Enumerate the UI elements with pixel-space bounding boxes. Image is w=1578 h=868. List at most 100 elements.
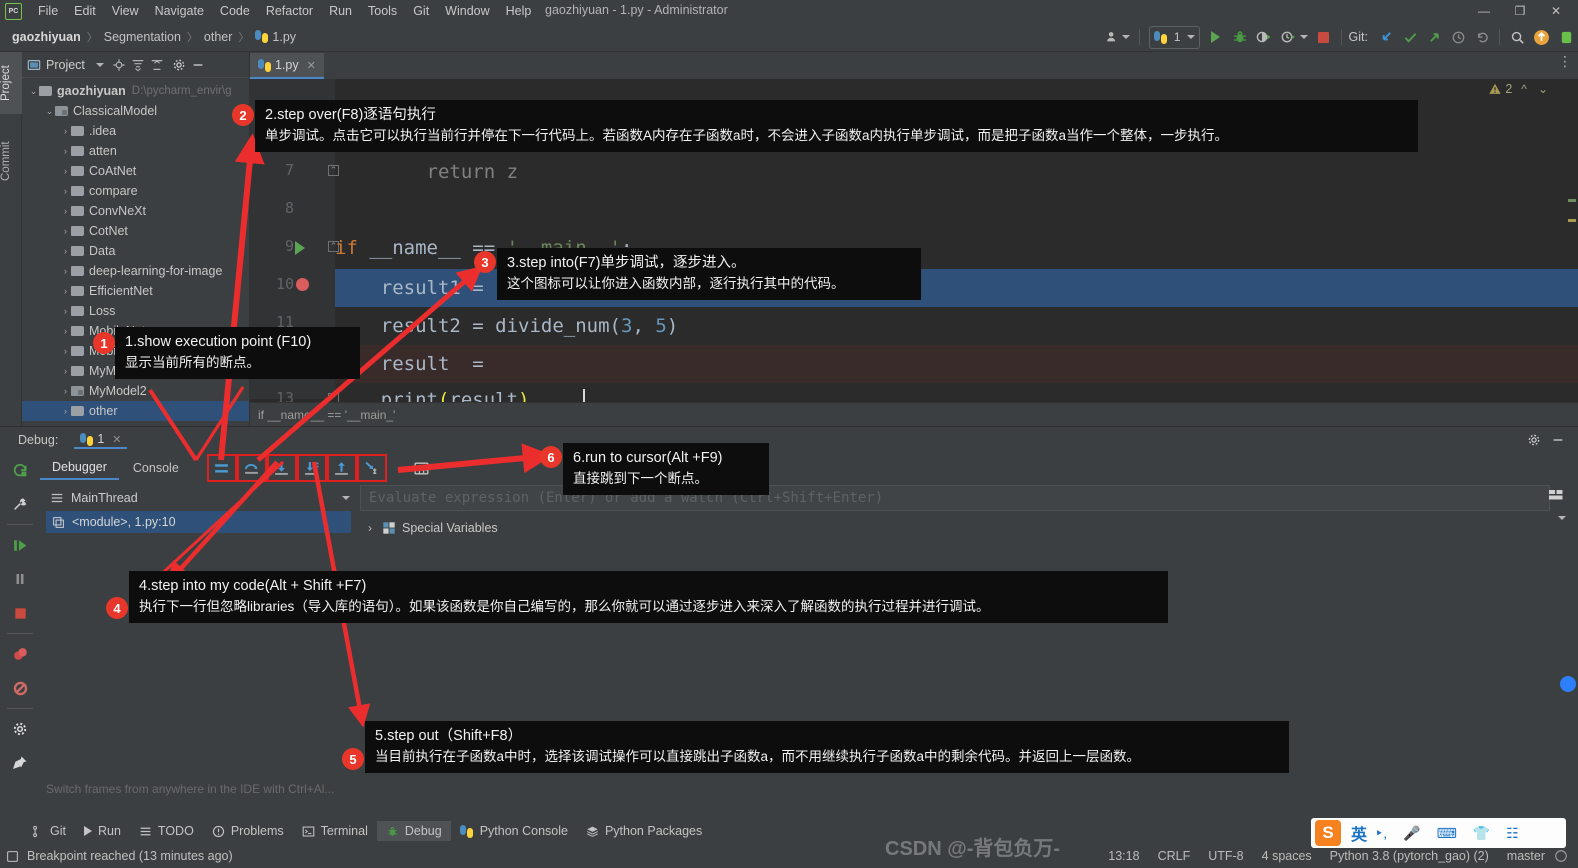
chevron-right-icon[interactable]: › — [368, 521, 372, 535]
chevron-right-icon[interactable]: › — [60, 286, 71, 296]
tree-item-atten[interactable]: › atten — [22, 141, 249, 161]
git-update-icon[interactable] — [1375, 25, 1397, 49]
breadcrumb-project[interactable]: gaozhiyuan — [8, 28, 85, 46]
tree-item-deep-learning-for-image[interactable]: › deep-learning-for-image — [22, 261, 249, 281]
editor-scrollbar[interactable] — [1566, 79, 1578, 399]
keyboard-icon[interactable]: ⌨ — [1437, 825, 1457, 842]
run-gutter-icon[interactable] — [295, 241, 305, 255]
chevron-down-icon[interactable] — [342, 496, 350, 500]
stop-icon[interactable] — [0, 596, 40, 630]
locate-icon[interactable] — [110, 54, 128, 76]
sidebar-item-commit[interactable]: Commit — [0, 130, 22, 192]
apps-icon[interactable]: ☷ — [1506, 825, 1519, 842]
editor-options-icon[interactable]: ⋮ — [1558, 54, 1572, 68]
settings-gear-icon[interactable] — [170, 54, 188, 76]
git-commit-icon[interactable] — [1399, 25, 1421, 49]
resume-icon[interactable] — [0, 528, 40, 562]
hide-panel-icon[interactable] — [1547, 428, 1569, 452]
chevron-down-icon[interactable]: ⌄ — [28, 86, 39, 97]
mic-icon[interactable]: 🎤 — [1403, 825, 1420, 842]
update-available-icon[interactable] — [1530, 25, 1553, 49]
menu-run[interactable]: Run — [321, 2, 360, 20]
mute-breakpoints-icon[interactable] — [0, 671, 40, 705]
rerun-icon[interactable] — [0, 453, 40, 487]
settings-gear-icon[interactable] — [1523, 428, 1545, 452]
chevron-right-icon[interactable]: › — [60, 266, 71, 276]
run-to-cursor-icon[interactable] — [356, 454, 387, 482]
evaluate-expression-input[interactable]: Evaluate expression (Enter) or add a wat… — [360, 485, 1550, 511]
chevron-right-icon[interactable]: › — [60, 166, 71, 176]
tab-1py[interactable]: 1.py ✕ — [250, 53, 324, 79]
step-over-icon[interactable] — [236, 454, 267, 482]
stack-frame-row[interactable]: <module>, 1.py:10 — [46, 511, 351, 533]
menu-help[interactable]: Help — [498, 2, 540, 20]
next-problem-icon[interactable]: ⌄ — [1538, 82, 1548, 96]
evaluate-expression-icon[interactable] — [409, 456, 435, 480]
close-icon[interactable]: ✕ — [307, 59, 316, 72]
status-item-todo[interactable]: TODO — [130, 821, 203, 841]
close-icon[interactable]: ✕ — [112, 433, 121, 446]
tree-item-classicalmodel[interactable]: ⌄ ClassicalModel — [22, 101, 249, 121]
step-out-icon[interactable] — [326, 454, 357, 482]
tree-item--idea[interactable]: › .idea — [22, 121, 249, 141]
menu-refactor[interactable]: Refactor — [258, 2, 321, 20]
view-breakpoints-icon[interactable] — [0, 637, 40, 671]
punctuation-icon[interactable]: ‣, — [1375, 825, 1387, 842]
settings-gear-icon[interactable] — [0, 712, 40, 746]
debug-icon[interactable] — [1229, 25, 1251, 49]
status-item-git[interactable]: Git — [22, 821, 75, 841]
run-icon[interactable] — [1205, 25, 1227, 49]
chevron-right-icon[interactable]: › — [60, 146, 71, 156]
editor-breadcrumb[interactable]: if __name__ == '__main_' — [250, 402, 1578, 426]
menu-navigate[interactable]: Navigate — [147, 2, 212, 20]
tree-item-data[interactable]: › Data — [22, 241, 249, 261]
minimize-button[interactable]: — — [1466, 0, 1502, 22]
coverage-icon[interactable] — [1253, 25, 1275, 49]
git-push-icon[interactable] — [1423, 25, 1445, 49]
breadcrumb-file[interactable]: 1.py — [251, 28, 300, 46]
status-encoding[interactable]: UTF-8 — [1208, 849, 1243, 863]
tree-item-loss[interactable]: › Loss — [22, 301, 249, 321]
breakpoint-icon[interactable] — [296, 278, 309, 291]
close-button[interactable]: ✕ — [1538, 0, 1574, 22]
status-branch[interactable]: master — [1507, 849, 1545, 863]
variables-more-icon[interactable] — [1558, 516, 1566, 534]
menu-view[interactable]: View — [104, 2, 147, 20]
step-into-my-code-icon[interactable] — [296, 454, 327, 482]
skin-icon[interactable]: 👕 — [1473, 825, 1490, 842]
notification-dot-icon[interactable] — [1560, 676, 1576, 692]
special-variables-label[interactable]: Special Variables — [402, 521, 498, 535]
inspection-widget[interactable]: 2 ^ ⌄ — [1488, 82, 1548, 96]
account-icon[interactable] — [1102, 25, 1133, 49]
prev-problem-icon[interactable]: ^ — [1521, 82, 1527, 96]
tree-item-cotnet[interactable]: › CotNet — [22, 221, 249, 241]
menu-file[interactable]: File — [30, 2, 66, 20]
breadcrumb-other[interactable]: other — [200, 28, 237, 46]
chevron-right-icon[interactable]: › — [60, 366, 71, 376]
menu-edit[interactable]: Edit — [66, 2, 104, 20]
menu-code[interactable]: Code — [212, 2, 258, 20]
maximize-button[interactable]: ❐ — [1502, 0, 1538, 22]
ide-notification-icon[interactable] — [1555, 25, 1577, 49]
menu-tools[interactable]: Tools — [360, 2, 405, 20]
hide-panel-icon[interactable] — [189, 54, 207, 76]
status-indent[interactable]: 4 spaces — [1262, 849, 1312, 863]
status-item-python-packages[interactable]: Python Packages — [577, 821, 711, 841]
tree-item-mymodel2[interactable]: › MyModel2 — [22, 381, 249, 401]
status-item-debug[interactable]: Debug — [376, 821, 451, 841]
chevron-right-icon[interactable]: › — [60, 306, 71, 316]
tree-item-gaozhiyuan[interactable]: ⌄ gaozhiyuan D:\pycharm_envir\g — [22, 81, 249, 101]
status-item-python-console[interactable]: Python Console — [451, 821, 577, 841]
sogou-logo-icon[interactable]: S — [1315, 820, 1341, 846]
chevron-right-icon[interactable]: › — [60, 206, 71, 216]
tree-item-efficientnet[interactable]: › EfficientNet — [22, 281, 249, 301]
status-item-problems[interactable]: Problems — [203, 821, 293, 841]
memory-indicator-icon[interactable] — [1554, 849, 1568, 863]
sidebar-item-project[interactable]: Project — [0, 52, 22, 114]
status-line-separator[interactable]: CRLF — [1158, 849, 1191, 863]
status-item-run[interactable]: Run — [75, 821, 130, 841]
git-history-icon[interactable] — [1447, 25, 1469, 49]
chevron-right-icon[interactable]: › — [60, 246, 71, 256]
status-item-terminal[interactable]: Terminal — [293, 821, 377, 841]
status-interpreter[interactable]: Python 3.8 (pytorch_gao) (2) — [1330, 849, 1489, 863]
